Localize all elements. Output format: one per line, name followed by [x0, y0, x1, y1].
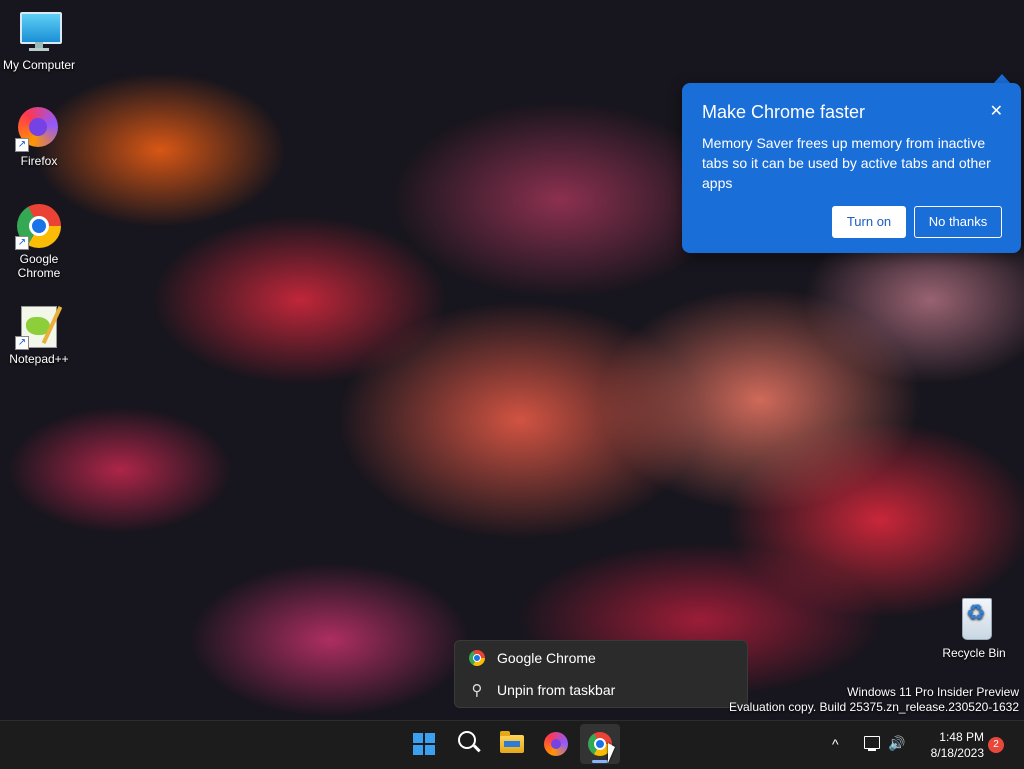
watermark-line-2: Evaluation copy. Build 25375.zn_release.…: [729, 700, 1019, 714]
windows-watermark: Windows 11 Pro Insider Preview Evaluatio…: [729, 685, 1019, 715]
clock-time: 1:48 PM: [939, 730, 984, 744]
taskbar: ^ 🔊 1:48 PM 8/18/2023 2: [0, 720, 1024, 769]
search-button[interactable]: [448, 724, 488, 764]
desktop-icon-my-computer[interactable]: My Computer: [1, 8, 77, 72]
watermark-line-1: Windows 11 Pro Insider Preview: [847, 685, 1019, 699]
turn-on-button[interactable]: Turn on: [832, 206, 906, 238]
taskbar-context-menu: Google Chrome ⚲ Unpin from taskbar: [454, 640, 748, 708]
popup-body: Memory Saver frees up memory from inacti…: [702, 135, 991, 191]
menu-item-google-chrome[interactable]: Google Chrome: [469, 644, 596, 672]
menu-item-label: Unpin from taskbar: [497, 682, 616, 698]
windows-logo-icon: [413, 733, 435, 755]
no-thanks-button[interactable]: No thanks: [914, 206, 1002, 238]
menu-item-label: Google Chrome: [497, 650, 596, 666]
show-hidden-icons-chevron[interactable]: ^: [832, 736, 839, 752]
close-icon[interactable]: ✕: [990, 101, 1003, 121]
chrome-icon: [469, 650, 485, 666]
unpin-icon: ⚲: [471, 682, 483, 699]
recycle-bin-icon: [950, 596, 998, 644]
desktop-icon-label: Recycle Bin: [942, 646, 1006, 660]
desktop-icon-firefox[interactable]: ↗ Firefox: [1, 104, 77, 168]
desktop-icon-recycle-bin[interactable]: Recycle Bin: [936, 596, 1012, 660]
desktop-icon-label: My Computer: [2, 58, 76, 72]
desktop-icon-label: Notepad++: [9, 352, 69, 366]
popup-title: Make Chrome faster: [702, 102, 866, 122]
chrome-icon: ↗: [15, 202, 63, 250]
file-explorer-button[interactable]: [492, 724, 532, 764]
notification-badge[interactable]: 2: [988, 737, 1004, 753]
firefox-icon: [544, 732, 568, 756]
firefox-icon: ↗: [15, 104, 63, 152]
folder-icon: [500, 731, 524, 753]
search-icon: [458, 731, 476, 749]
desktop-icon-google-chrome[interactable]: ↗ Google Chrome: [1, 202, 77, 280]
clock-date: 8/18/2023: [930, 746, 984, 760]
shortcut-arrow-icon: ↗: [15, 336, 29, 350]
volume-icon[interactable]: 🔊: [888, 735, 905, 752]
start-button[interactable]: [404, 724, 444, 764]
desktop-icon-label: Google Chrome: [17, 252, 61, 280]
my-computer-icon: [15, 8, 63, 56]
desktop-icon-notepad-plus-plus[interactable]: ↗ Notepad++: [1, 302, 77, 366]
clock[interactable]: 1:48 PM 8/18/2023: [912, 729, 984, 761]
notepad-plus-plus-icon: ↗: [15, 302, 63, 350]
shortcut-arrow-icon: ↗: [15, 236, 29, 250]
desktop-icon-label: Firefox: [20, 154, 58, 168]
make-chrome-faster-popup: Make Chrome faster ✕ Memory Saver frees …: [682, 83, 1021, 253]
network-icon[interactable]: [864, 736, 880, 751]
firefox-taskbar-button[interactable]: [536, 724, 576, 764]
shortcut-arrow-icon: ↗: [15, 138, 29, 152]
mouse-cursor-icon: [608, 743, 615, 763]
menu-item-unpin-from-taskbar[interactable]: ⚲ Unpin from taskbar: [469, 676, 616, 704]
